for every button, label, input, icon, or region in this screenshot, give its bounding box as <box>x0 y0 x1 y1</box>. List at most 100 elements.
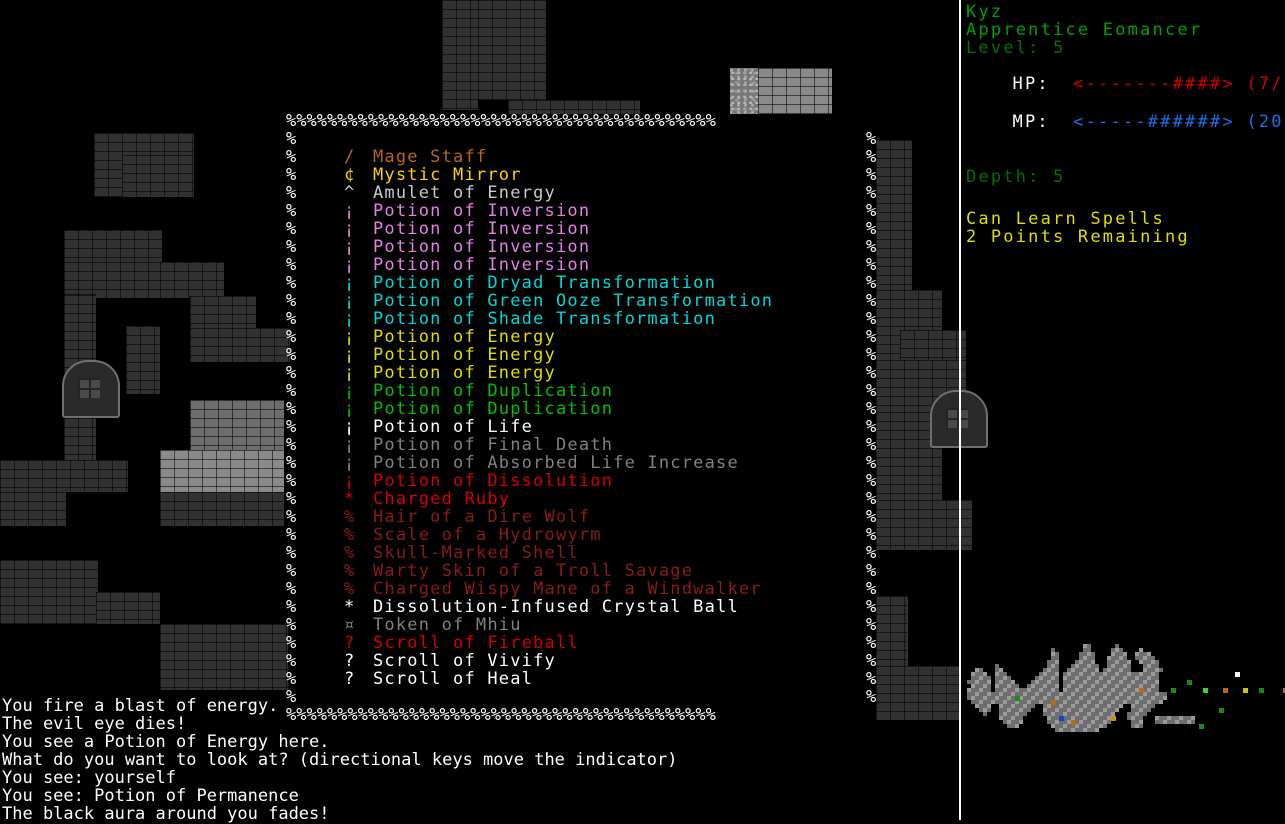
inventory-item-row[interactable]: %% ¡ Potion of Energy <box>286 327 876 347</box>
item-name: Mystic Mirror <box>373 165 522 185</box>
inventory-item-row[interactable]: %%% Warty Skin of a Troll Savage <box>286 562 876 580</box>
inventory-border-right: % <box>866 687 877 707</box>
inventory-border-left: % <box>286 597 297 617</box>
inventory-item-row[interactable]: %% ¡ Potion of Final Death <box>286 435 876 455</box>
inventory-border-left: % <box>286 507 297 527</box>
inventory-item-row[interactable]: %% * Charged Ruby <box>286 489 876 509</box>
inventory-item-row[interactable]: %%% Skull-Marked Shell <box>286 544 876 562</box>
wall-tile <box>876 500 972 550</box>
minimap-cell <box>1143 712 1147 716</box>
minimap-marker <box>1171 688 1176 693</box>
inventory-spacer-row[interactable]: %% <box>286 130 876 148</box>
inventory-item-row[interactable]: %% ¡ Potion of Inversion <box>286 202 876 220</box>
status-panel: Kyz Apprentice Eomancer Level: 5 HP: <--… <box>966 0 1285 246</box>
item-symbol-icon: ¡ <box>344 471 355 491</box>
panel-separator <box>959 0 961 820</box>
item-symbol-icon: ¡ <box>344 435 355 455</box>
inventory-item-row[interactable]: %%? Scroll of Heal <box>286 670 876 688</box>
minimap-marker <box>1219 708 1224 713</box>
item-symbol-icon: ¢ <box>344 165 355 185</box>
inventory-border-right: % <box>866 579 877 599</box>
inventory-border-left: % <box>286 363 297 383</box>
door-tile[interactable] <box>62 360 120 418</box>
item-name: Potion of Inversion <box>373 237 591 257</box>
item-symbol-icon: % <box>344 507 355 527</box>
item-name: Charged Ruby <box>373 489 511 509</box>
wall-tile <box>190 328 290 362</box>
inventory-item-row[interactable]: %%% Hair of a Dire Wolf <box>286 507 876 527</box>
item-name: Potion of Energy <box>373 327 556 347</box>
minimap-marker <box>1203 688 1208 693</box>
item-symbol-icon: ^ <box>344 183 355 203</box>
inventory-item-row[interactable]: %% ¡ Potion of Shade Transformation <box>286 309 876 329</box>
inventory-item-row[interactable]: %%% Charged Wispy Mane of a Windwalker <box>286 580 876 598</box>
item-name: Potion of Final Death <box>373 435 614 455</box>
item-symbol-icon: ¡ <box>344 399 355 419</box>
inventory-item-row[interactable]: %% ^ Amulet of Energy <box>286 183 876 203</box>
inventory-border-left: % <box>286 615 297 635</box>
inventory-border-right: % <box>866 291 877 311</box>
inventory-border-left: % <box>286 255 297 275</box>
inventory-item-row[interactable]: %%? Scroll of Fireball <box>286 633 876 653</box>
inventory-item-row[interactable]: %% ¡ Potion of Duplication <box>286 399 876 419</box>
character-level: Level: 5 <box>966 38 1066 58</box>
inventory-border-left: % <box>286 633 297 653</box>
inventory-border-right: % <box>866 327 877 347</box>
inventory-border-right: % <box>866 543 877 563</box>
wall-tile <box>730 68 758 114</box>
wall-tile <box>758 68 832 114</box>
inventory-border-left: % <box>286 165 297 185</box>
minimap[interactable] <box>963 632 1285 740</box>
inventory-border-left: % <box>286 381 297 401</box>
inventory-item-row[interactable]: %% ¡ Potion of Green Ooze Transformation <box>286 292 876 310</box>
inventory-border-right: % <box>866 219 877 239</box>
inventory-border-left: % <box>286 435 297 455</box>
inventory-item-row[interactable]: %% ¡ Potion of Dryad Transformation <box>286 273 876 293</box>
inventory-border-left: % <box>286 273 297 293</box>
inventory-item-row[interactable]: %% ¡ Potion of Duplication <box>286 381 876 401</box>
item-name: Dissolution-Infused Crystal Ball <box>373 597 739 617</box>
inventory-item-list[interactable]: %%%% / Mage Staff%% ¢ Mystic Mirror%% ^ Amulet… <box>286 130 876 706</box>
item-name: Potion of Duplication <box>373 381 614 401</box>
inventory-item-row[interactable]: %%% Scale of a Hydrowyrm <box>286 525 876 545</box>
inventory-border-right: % <box>866 507 877 527</box>
inventory-border-left: % <box>286 345 297 365</box>
inventory-item-row[interactable]: %% ¡ Potion of Energy <box>286 345 876 365</box>
inventory-item-row[interactable]: %% ¡ Potion of Inversion <box>286 220 876 238</box>
inventory-item-row[interactable]: %% ¡ Potion of Dissolution <box>286 471 876 491</box>
item-symbol-icon: / <box>344 147 355 167</box>
minimap-cell <box>1031 704 1035 708</box>
inventory-border-left: % <box>286 471 297 491</box>
inventory-item-row[interactable]: %% ¡ Potion of Inversion <box>286 237 876 257</box>
minimap-marker <box>1015 696 1020 701</box>
inventory-border-left: % <box>286 651 297 671</box>
inventory-item-row[interactable]: %% ¡ Potion of Absorbed Life Increase <box>286 453 876 473</box>
inventory-border-left: % <box>286 453 297 473</box>
inventory-border-right: % <box>866 363 877 383</box>
inventory-item-row[interactable]: %% ¡ Potion of Inversion <box>286 255 876 275</box>
item-name: Potion of Energy <box>373 363 556 383</box>
inventory-item-row[interactable]: %% ¤ Token of Mhiu <box>286 615 876 635</box>
inventory-border-left: % <box>286 309 297 329</box>
inventory-item-row[interactable]: %% * Dissolution-Infused Crystal Ball <box>286 597 876 617</box>
minimap-cell <box>1027 708 1031 712</box>
inventory-border-right: % <box>866 183 877 203</box>
item-symbol-icon: % <box>344 525 355 545</box>
inventory-border-right: % <box>866 399 877 419</box>
inventory-item-row[interactable]: %% ¡ Potion of Life <box>286 418 876 436</box>
inventory-border-right: % <box>866 309 877 329</box>
inventory-item-row[interactable]: %% ¡ Potion of Energy <box>286 363 876 383</box>
inventory-item-row[interactable]: %%? Scroll of Vivify <box>286 651 876 671</box>
inventory-border-right: % <box>866 147 877 167</box>
inventory-border-right: % <box>866 273 877 293</box>
inventory-item-row[interactable]: %% ¢ Mystic Mirror <box>286 165 876 185</box>
wall-tile <box>64 230 162 262</box>
inventory-border-left: % <box>286 237 297 257</box>
inventory-panel[interactable]: %%%%%%%%%%%%%%%%%%%%%%%%%%%%%%%%%%%%%%%%… <box>286 112 876 724</box>
item-symbol-icon: ¡ <box>344 381 355 401</box>
mp-label: MP: <box>1012 112 1050 132</box>
item-name: Potion of Inversion <box>373 255 591 275</box>
inventory-item-row[interactable]: %% / Mage Staff <box>286 147 876 167</box>
item-symbol-icon: * <box>344 597 355 617</box>
minimap-marker <box>1139 688 1144 693</box>
